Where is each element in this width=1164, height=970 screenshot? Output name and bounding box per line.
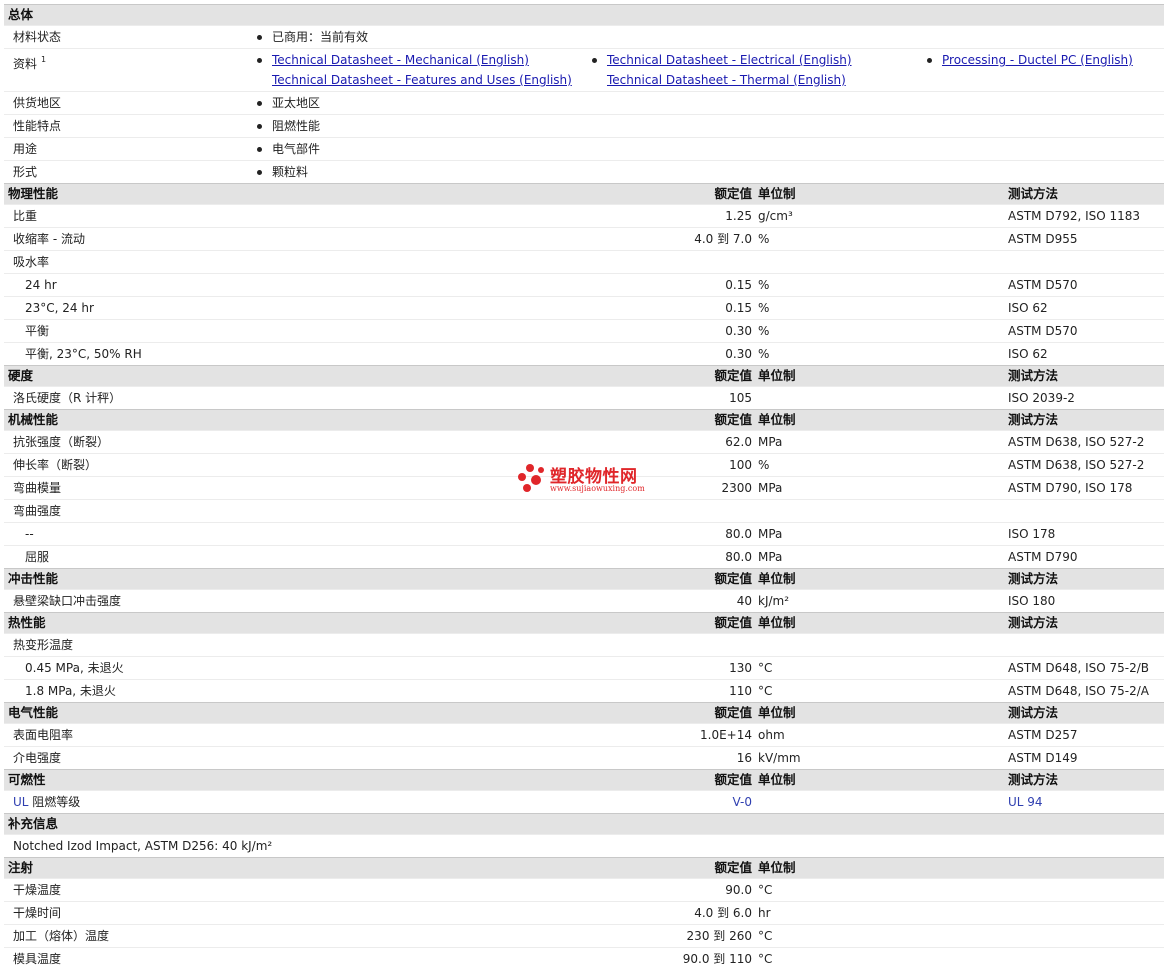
section-header-electrical: 电气性能 额定值 单位制 测试方法 [4, 702, 1164, 723]
use-value: 电气部件 [257, 138, 320, 160]
property-row: 比重 1.25 g/cm³ ASTM D792, ISO 1183 [4, 204, 1164, 227]
section-title: 冲击性能 [8, 571, 59, 586]
property-row: 24 hr 0.15% ASTM D570 [4, 273, 1164, 296]
feature-value: 阻燃性能 [257, 115, 320, 137]
section-header-supplement: 补充信息 [4, 813, 1164, 834]
section-title: 机械性能 [8, 412, 59, 427]
doc-link-mechanical[interactable]: Technical Datasheet - Mechanical (Englis… [257, 49, 529, 71]
section-header-impact: 冲击性能 额定值 单位制 测试方法 [4, 568, 1164, 589]
property-row: 干燥时间 4.0 到 6.0 hr [4, 901, 1164, 924]
region-value: 亚太地区 [257, 92, 320, 114]
property-row: 介电强度 16 kV/mm ASTM D149 [4, 746, 1164, 769]
section-header-mechanical: 机械性能 额定值 单位制 测试方法 [4, 409, 1164, 430]
property-row: -- 80.0 MPa ISO 178 [4, 522, 1164, 545]
watermark-logo: 塑胶物性网 www.sujiaowuxing.com [518, 462, 658, 498]
section-title: 热性能 [8, 615, 46, 630]
logo-dots-icon [518, 464, 548, 494]
row-feature: 性能特点 阻燃性能 [4, 114, 1164, 137]
section-title: 补充信息 [8, 816, 59, 831]
row-form: 形式 颗粒料 [4, 160, 1164, 183]
property-row: 0.45 MPa, 未退火 130 °C ASTM D648, ISO 75-2/B [4, 656, 1164, 679]
property-row: 表面电阻率 1.0E+14 ohm ASTM D257 [4, 723, 1164, 746]
ul-prefix: UL [13, 795, 29, 809]
region-label: 供货地区 [13, 96, 62, 110]
section-title: 注射 [8, 860, 34, 875]
form-value: 颗粒料 [257, 161, 308, 183]
property-row: 平衡 0.30% ASTM D570 [4, 319, 1164, 342]
property-row: 洛氏硬度（R 计秤） 105 ISO 2039-2 [4, 386, 1164, 409]
column-header-value: 额定值 [714, 186, 752, 201]
section-header-general: 总体 [4, 4, 1164, 25]
property-row: 屈服 80.0 MPa ASTM D790 [4, 545, 1164, 568]
row-region: 供货地区 亚太地区 [4, 91, 1164, 114]
section-header-injection: 注射 额定值 单位制 [4, 857, 1164, 878]
section-title: 可燃性 [8, 772, 46, 787]
property-row: 23°C, 24 hr 0.15% ISO 62 [4, 296, 1164, 319]
doc-link-electrical[interactable]: Technical Datasheet - Electrical (Englis… [592, 49, 852, 71]
property-row: 弯曲强度 [4, 499, 1164, 522]
status-value: 已商用：当前有效 [257, 26, 368, 48]
column-header-method: 测试方法 [1008, 186, 1059, 201]
section-title: 总体 [8, 7, 34, 22]
doc-link-features[interactable]: Technical Datasheet - Features and Uses … [257, 69, 572, 91]
section-header-hardness: 硬度 额定值 单位制 测试方法 [4, 365, 1164, 386]
property-row: 加工（熔体）温度 230 到 260 °C [4, 924, 1164, 947]
section-title: 硬度 [8, 368, 34, 383]
status-label: 材料状态 [13, 30, 62, 44]
row-status: 材料状态 已商用：当前有效 [4, 25, 1164, 48]
doc-link-processing[interactable]: Processing - Ductel PC (English) [927, 49, 1133, 71]
property-row: 热变形温度 [4, 633, 1164, 656]
row-documents: 资料 1 Technical Datasheet - Mechanical (En… [4, 48, 1164, 91]
use-label: 用途 [13, 142, 38, 156]
form-label: 形式 [13, 165, 38, 179]
section-title: 电气性能 [8, 705, 59, 720]
doc-link-thermal[interactable]: Technical Datasheet - Thermal (English) [592, 69, 846, 91]
property-row: UL 阻燃等级 V-0 UL 94 [4, 790, 1164, 813]
feature-label: 性能特点 [13, 119, 62, 133]
documents-label: 资料 1 [13, 55, 47, 71]
section-header-thermal: 热性能 额定值 单位制 测试方法 [4, 612, 1164, 633]
property-row: 干燥温度 90.0 °C [4, 878, 1164, 901]
property-row: 1.8 MPa, 未退火 110 °C ASTM D648, ISO 75-2/A [4, 679, 1164, 702]
property-row: 抗张强度（断裂） 62.0 MPa ASTM D638, ISO 527-2 [4, 430, 1164, 453]
section-title: 物理性能 [8, 186, 59, 201]
section-header-physical: 物理性能 额定值 单位制 测试方法 [4, 183, 1164, 204]
section-header-flammability: 可燃性 额定值 单位制 测试方法 [4, 769, 1164, 790]
supplement-note: Notched Izod Impact, ASTM D256: 40 kJ/m² [4, 834, 1164, 857]
property-row: 模具温度 90.0 到 110 °C [4, 947, 1164, 970]
row-use: 用途 电气部件 [4, 137, 1164, 160]
property-row: 收缩率 - 流动 4.0 到 7.0% ASTM D955 [4, 227, 1164, 250]
property-row: 悬壁梁缺口冲击强度 40 kJ/m² ISO 180 [4, 589, 1164, 612]
property-row: 平衡, 23°C, 50% RH 0.30% ISO 62 [4, 342, 1164, 365]
footnote-marker: 1 [41, 55, 47, 64]
property-row: 吸水率 [4, 250, 1164, 273]
column-header-unit: 单位制 [758, 186, 796, 201]
watermark-url: www.sujiaowuxing.com [550, 484, 645, 493]
